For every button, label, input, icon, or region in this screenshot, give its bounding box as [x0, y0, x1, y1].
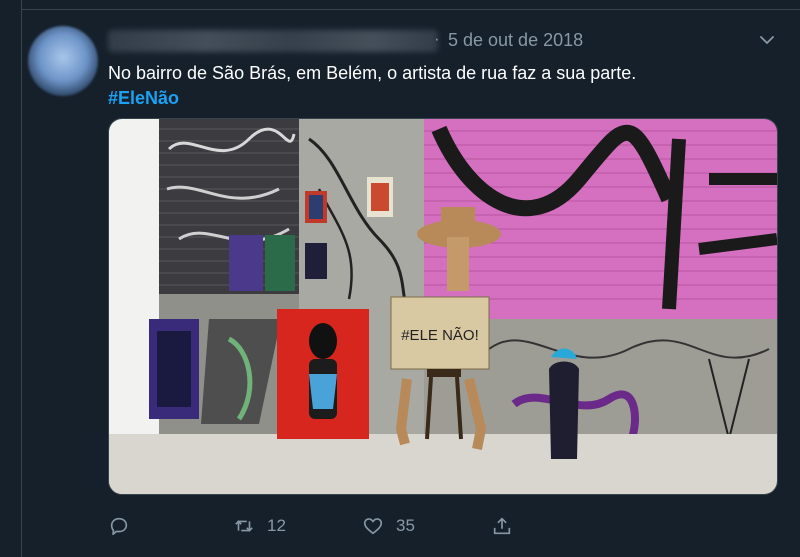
retweet-icon [235, 520, 253, 532]
reply-button[interactable] [108, 511, 130, 541]
sign-text: #ELE NÃO! [401, 327, 479, 344]
share-icon [493, 517, 511, 535]
header-separator: · [434, 29, 440, 48]
hashtag-link[interactable]: #EleNão [108, 86, 179, 111]
chevron-down-icon[interactable] [759, 32, 775, 48]
street-art-photo: #ELE NÃO! [109, 119, 777, 494]
tweet-actions: 12 35 [108, 511, 628, 541]
tweet-photo[interactable]: #ELE NÃO! [108, 118, 778, 495]
avatar[interactable] [28, 26, 98, 96]
retweet-button[interactable]: 12 [233, 511, 286, 541]
share-button[interactable] [491, 511, 513, 541]
heart-icon [363, 518, 383, 535]
like-count: 35 [396, 516, 415, 535]
tweet-text: No bairro de São Brás, em Belém, o artis… [108, 63, 637, 83]
tweet-timestamp[interactable]: 5 de out de 2018 [448, 30, 583, 51]
reply-icon [110, 517, 128, 536]
retweet-count: 12 [267, 516, 286, 535]
tweet[interactable]: · 5 de out de 2018 No bairro de São Brás… [22, 10, 800, 557]
author-name-blurred[interactable] [108, 30, 438, 52]
like-button[interactable]: 35 [362, 511, 415, 541]
